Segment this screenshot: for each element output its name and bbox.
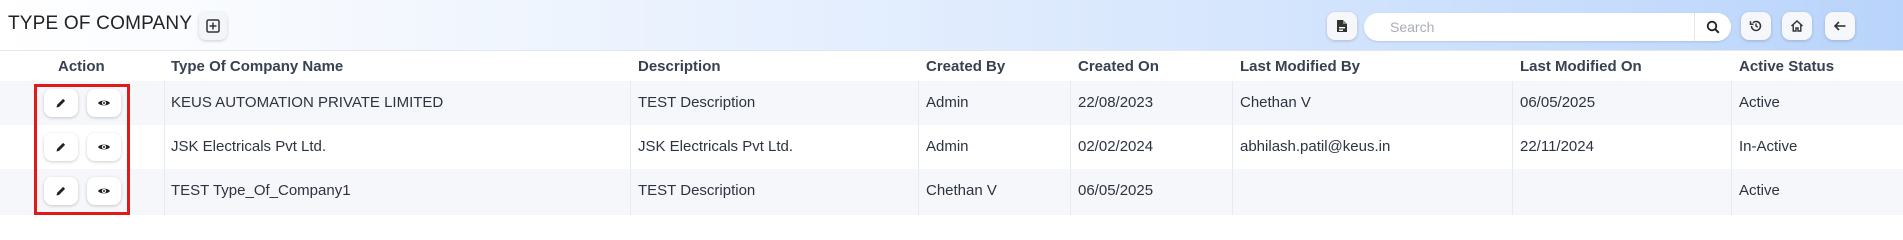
table-row[interactable]: TEST Type_Of_Company1 TEST Description C… xyxy=(0,169,1903,215)
add-view-button[interactable] xyxy=(199,12,227,40)
edit-button[interactable] xyxy=(44,133,78,161)
grid-plus-icon xyxy=(206,19,220,33)
column-divider xyxy=(1731,81,1732,215)
history-icon xyxy=(1749,19,1763,33)
column-divider xyxy=(918,81,919,215)
column-divider xyxy=(1232,81,1233,215)
cell-created-by: Admin xyxy=(926,138,969,155)
eye-icon xyxy=(97,98,111,108)
cell-name: TEST Type_Of_Company1 xyxy=(171,182,351,199)
report-button[interactable] xyxy=(1327,12,1357,40)
cell-last-modified-on: 06/05/2025 xyxy=(1520,94,1596,111)
column-header-name[interactable]: Type Of Company Name xyxy=(171,58,343,75)
pencil-icon xyxy=(55,97,67,109)
cell-created-on: 02/02/2024 xyxy=(1078,138,1154,155)
history-button[interactable] xyxy=(1741,12,1771,40)
search-input[interactable] xyxy=(1364,13,1715,41)
home-button[interactable] xyxy=(1782,12,1812,40)
cell-created-on: 22/08/2023 xyxy=(1078,94,1154,111)
table-header: Action Type Of Company Name Description … xyxy=(0,50,1903,82)
cell-name: KEUS AUTOMATION PRIVATE LIMITED xyxy=(171,94,444,111)
page-header: TYPE OF COMPANY xyxy=(0,0,1903,50)
column-header-active-status[interactable]: Active Status xyxy=(1739,58,1834,75)
search-icon xyxy=(1706,20,1720,34)
back-button[interactable] xyxy=(1825,12,1855,40)
column-header-created-on[interactable]: Created On xyxy=(1078,58,1159,75)
cell-active-status: Active xyxy=(1739,94,1780,111)
pencil-icon xyxy=(55,185,67,197)
edit-button[interactable] xyxy=(44,89,78,117)
column-header-action[interactable]: Action xyxy=(58,58,105,75)
column-header-created-by[interactable]: Created By xyxy=(926,58,1005,75)
home-icon xyxy=(1790,19,1804,33)
cell-created-by: Admin xyxy=(926,94,969,111)
cell-active-status: Active xyxy=(1739,182,1780,199)
search-box xyxy=(1364,13,1731,41)
cell-created-on: 06/05/2025 xyxy=(1078,182,1154,199)
view-button[interactable] xyxy=(87,89,121,117)
eye-icon xyxy=(97,142,111,152)
view-button[interactable] xyxy=(87,177,121,205)
table-row[interactable]: JSK Electricals Pvt Ltd. JSK Electricals… xyxy=(0,125,1903,169)
edit-button[interactable] xyxy=(44,177,78,205)
cell-last-modified-by: abhilash.patil@keus.in xyxy=(1240,138,1391,155)
cell-name: JSK Electricals Pvt Ltd. xyxy=(171,138,327,155)
table-row[interactable]: KEUS AUTOMATION PRIVATE LIMITED TEST Des… xyxy=(0,81,1903,125)
column-header-last-modified-on[interactable]: Last Modified On xyxy=(1520,58,1642,75)
action-cell xyxy=(36,125,126,169)
arrow-left-icon xyxy=(1833,19,1847,33)
action-cell xyxy=(36,81,126,125)
cell-active-status: In-Active xyxy=(1739,138,1798,155)
eye-icon xyxy=(97,186,111,196)
cell-description: TEST Description xyxy=(638,94,756,111)
cell-created-by: Chethan V xyxy=(926,182,997,199)
action-cell xyxy=(36,169,126,213)
column-divider xyxy=(164,81,165,215)
view-button[interactable] xyxy=(87,133,121,161)
column-divider xyxy=(630,81,631,215)
cell-last-modified-on: 22/11/2024 xyxy=(1520,138,1594,155)
column-divider xyxy=(1512,81,1513,215)
column-header-description[interactable]: Description xyxy=(638,58,721,75)
document-icon xyxy=(1336,19,1348,33)
cell-description: JSK Electricals Pvt Ltd. xyxy=(638,138,794,155)
column-divider xyxy=(1070,81,1071,215)
cell-last-modified-by: Chethan V xyxy=(1240,94,1311,111)
cell-description: TEST Description xyxy=(638,182,756,199)
search-button[interactable] xyxy=(1694,13,1731,41)
page-title: TYPE OF COMPANY xyxy=(8,13,193,34)
column-header-last-modified-by[interactable]: Last Modified By xyxy=(1240,58,1360,75)
pencil-icon xyxy=(55,141,67,153)
